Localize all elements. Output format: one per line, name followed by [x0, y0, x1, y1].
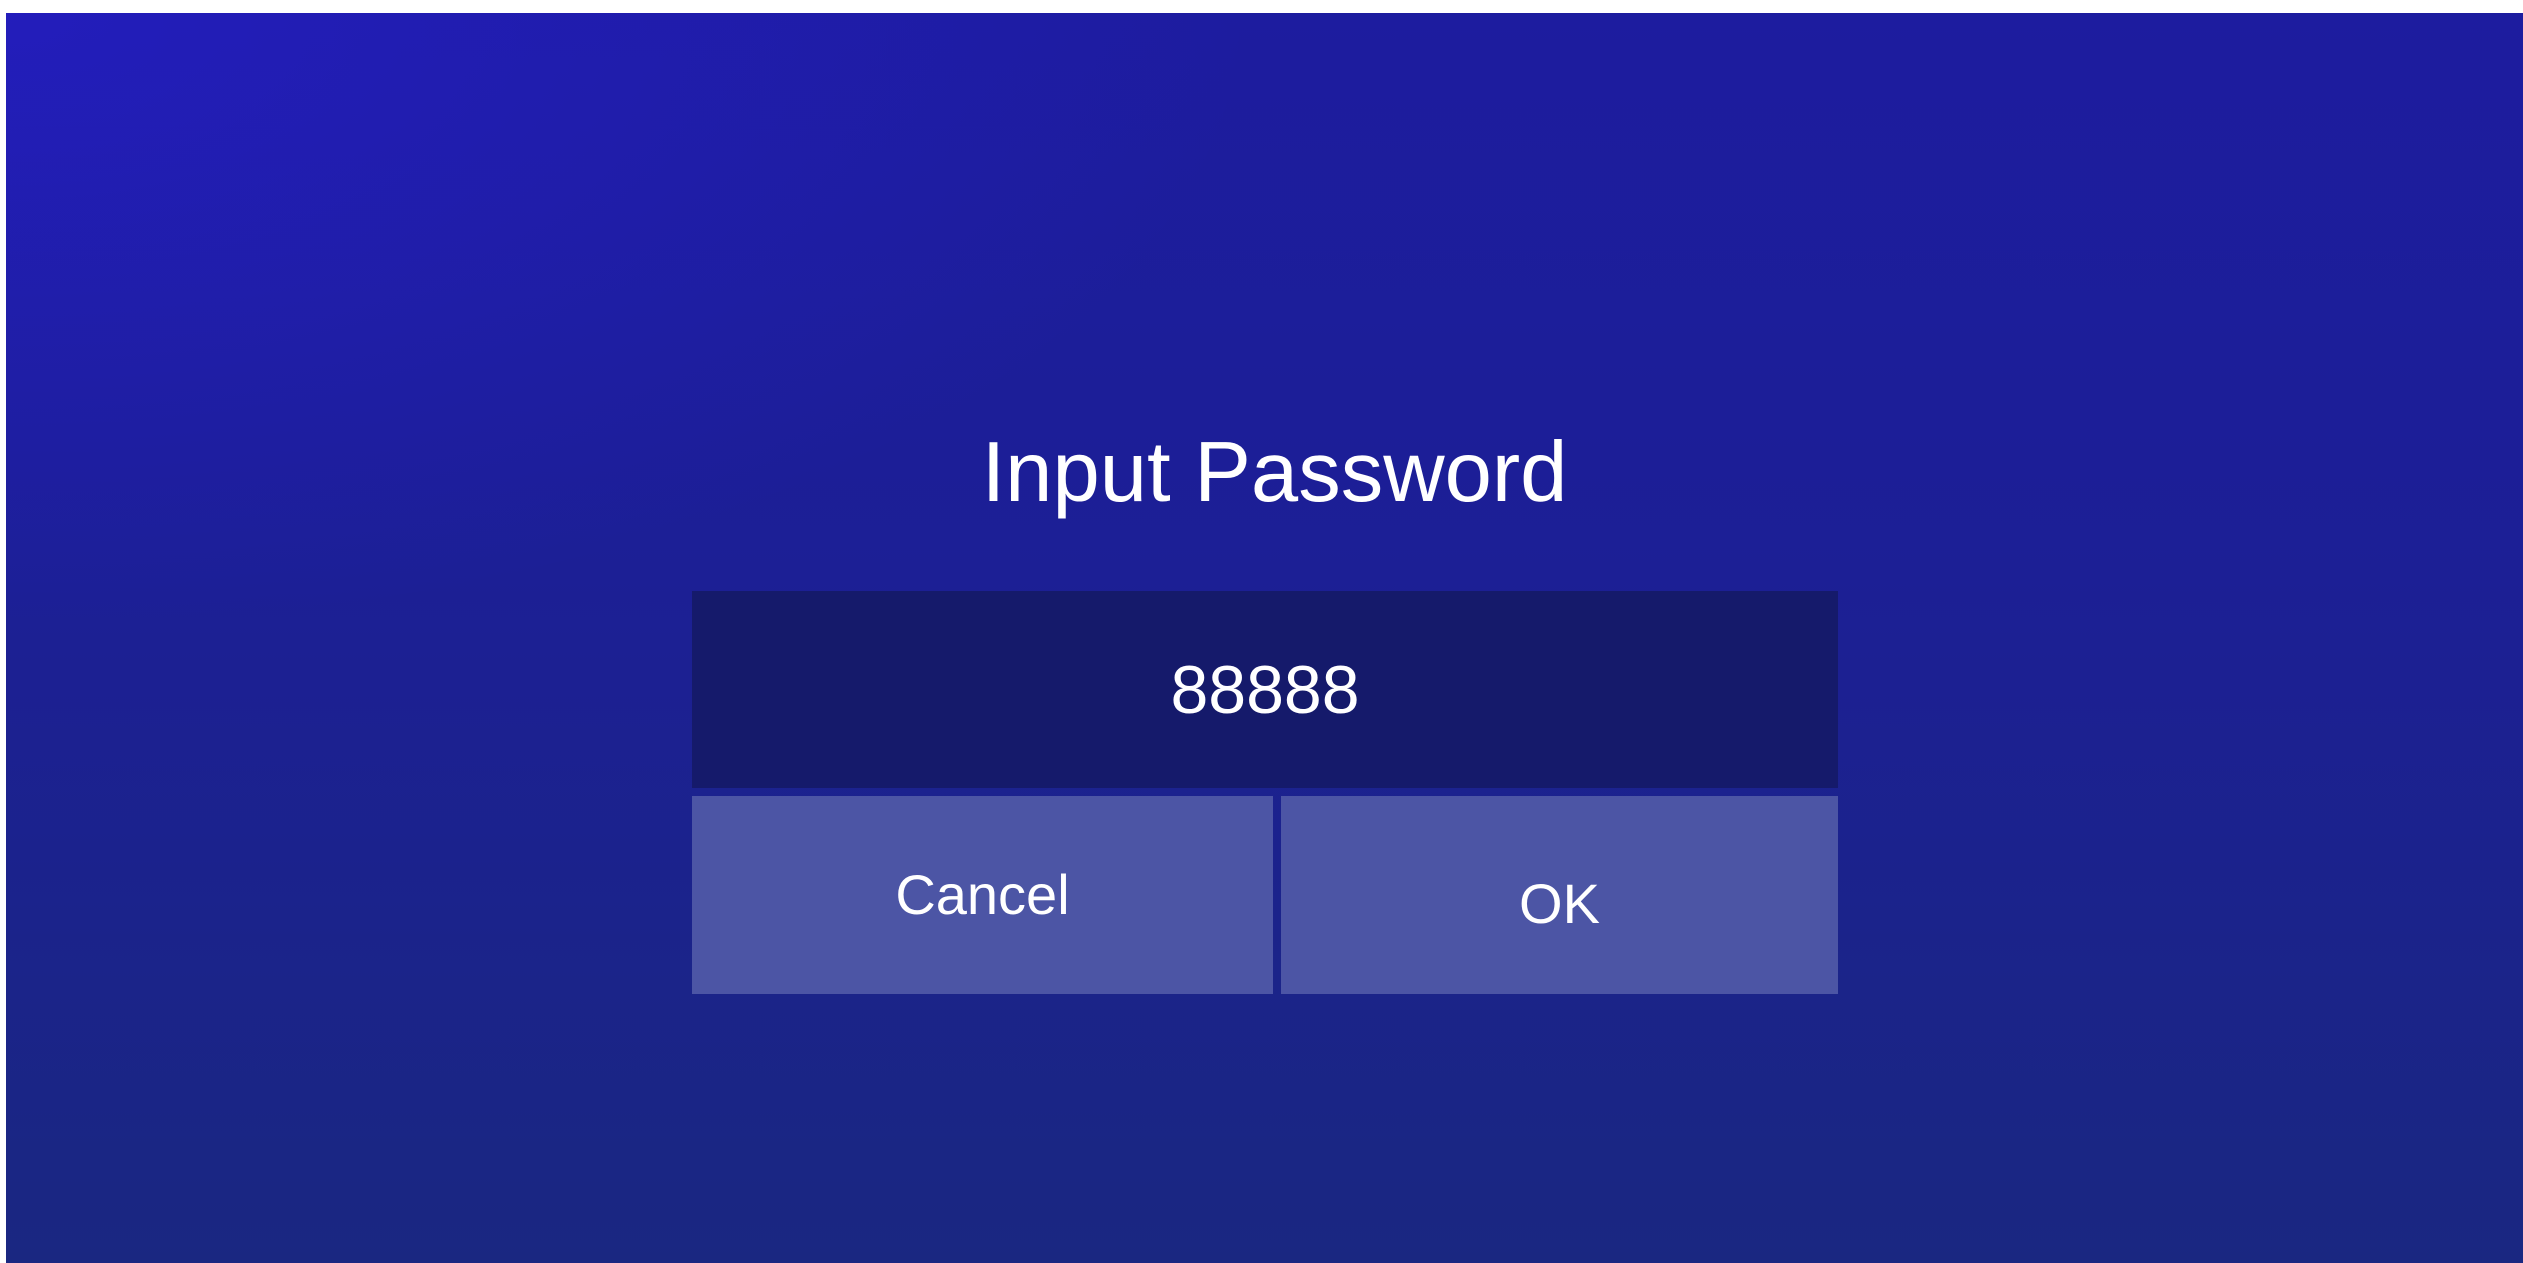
dialog-title: Input Password	[6, 408, 2523, 538]
dialog-title-text: Input Password	[981, 425, 1568, 520]
password-input[interactable]	[692, 591, 1838, 788]
cancel-button[interactable]: Cancel	[692, 796, 1273, 994]
ok-button[interactable]: OK	[1281, 796, 1838, 994]
password-screen: Input Password Cancel OK	[6, 13, 2523, 1263]
